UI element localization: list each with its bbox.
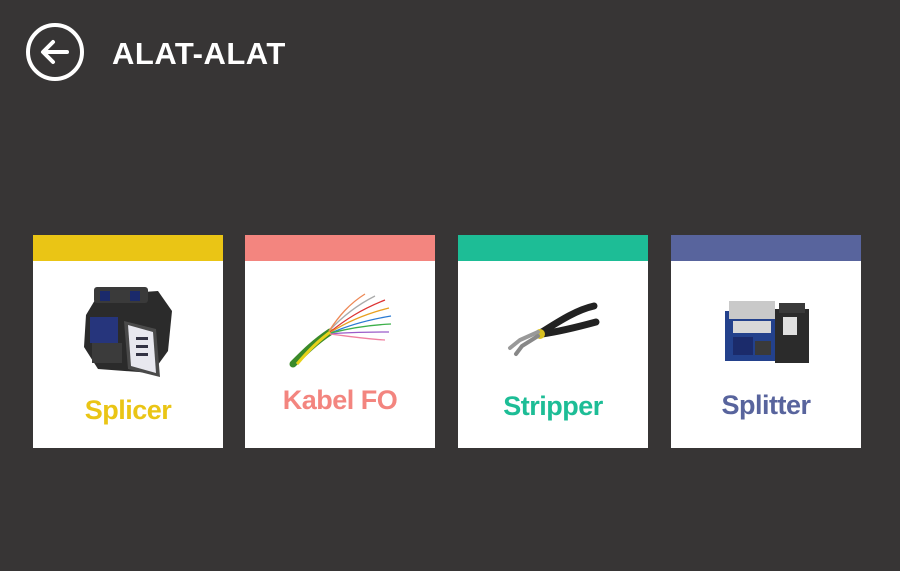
card-color-bar (671, 235, 861, 261)
card-color-bar (458, 235, 648, 261)
card-color-bar (33, 235, 223, 261)
card-label: Splicer (84, 395, 172, 425)
card-kabel-fo[interactable]: Kabel FO (245, 235, 435, 448)
card-splitter[interactable]: Splitter (671, 235, 861, 448)
card-splicer[interactable]: Splicer (33, 235, 223, 448)
back-button[interactable] (26, 23, 84, 81)
card-label: Splitter (721, 390, 811, 420)
arrow-left-icon (41, 40, 69, 64)
card-stripper[interactable]: Stripper (458, 235, 648, 448)
fiber-optic-cable-image (245, 277, 435, 387)
card-label: Kabel FO (282, 385, 398, 415)
page-title: ALAT-ALAT (112, 36, 286, 71)
card-color-bar (245, 235, 435, 261)
card-label: Stripper (503, 391, 603, 421)
fiber-cleaver-image (671, 277, 861, 387)
stripper-pliers-image (458, 277, 648, 387)
fusion-splicer-image (33, 277, 223, 387)
